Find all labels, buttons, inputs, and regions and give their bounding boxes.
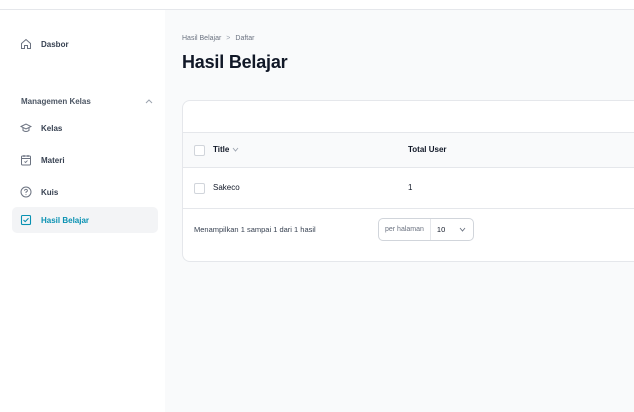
cell-title: Sakeco (213, 183, 240, 192)
home-icon (20, 38, 32, 50)
sidebar-item-hasil-belajar[interactable]: Hasil Belajar (12, 207, 158, 233)
pagination-summary: Menampilkan 1 sampai 1 dari 1 hasil (194, 225, 316, 234)
chevron-up-icon[interactable] (145, 97, 153, 106)
sidebar-item-label: Dasbor (41, 39, 69, 49)
per-page-select[interactable]: per halaman 10 (378, 218, 474, 241)
per-page-label: per halaman (379, 219, 431, 240)
per-page-value: 10 (436, 225, 446, 234)
chevron-down-icon (459, 225, 466, 234)
column-header-label: Title (213, 145, 230, 154)
column-header-title[interactable]: Title (213, 145, 239, 154)
clipboard-check-icon (20, 214, 32, 226)
per-page-value-wrap[interactable]: 10 (431, 225, 473, 234)
sidebar-item-label: Hasil Belajar (41, 215, 90, 225)
sidebar-group-label: Managemen Kelas (21, 97, 91, 106)
table-card: Title Total User Sakeco 1 Menampilkan 1 … (182, 100, 634, 262)
chevron-down-icon[interactable] (232, 145, 239, 154)
page-title: Hasil Belajar (182, 52, 288, 72)
table-row[interactable]: Sakeco 1 (183, 168, 634, 209)
breadcrumb-current: Daftar (235, 35, 255, 42)
graduation-cap-icon (20, 122, 32, 134)
sidebar-item-label: Kelas (41, 123, 63, 133)
table-toolbar (183, 101, 634, 133)
main-content: Hasil Belajar > Daftar Hasil Belajar Tit… (165, 10, 634, 412)
row-checkbox[interactable] (194, 183, 205, 194)
sidebar-item-label: Kuis (41, 187, 59, 197)
sidebar-item-materi[interactable]: Materi (12, 147, 158, 173)
sidebar-item-label: Materi (41, 155, 65, 165)
sidebar-item-dashboard[interactable]: Dasbor (12, 31, 158, 57)
top-bar (0, 0, 634, 10)
breadcrumb-separator: > (226, 35, 231, 42)
column-header-total-user: Total User (408, 145, 447, 154)
question-circle-icon (20, 186, 32, 198)
table-header: Title Total User (183, 133, 634, 168)
select-all-checkbox[interactable] (194, 145, 205, 156)
table-footer: Menampilkan 1 sampai 1 dari 1 hasil per … (183, 209, 634, 251)
sidebar-item-kuis[interactable]: Kuis (12, 179, 158, 205)
sidebar-item-kelas[interactable]: Kelas (12, 115, 158, 141)
sidebar-group-header[interactable]: Managemen Kelas (21, 97, 153, 106)
breadcrumb-link[interactable]: Hasil Belajar (182, 35, 221, 42)
cell-total-user: 1 (408, 183, 413, 192)
breadcrumb: Hasil Belajar > Daftar (182, 35, 254, 42)
sidebar: Dasbor Managemen Kelas Kelas Materi Kuis… (0, 10, 165, 412)
calendar-icon (20, 154, 32, 166)
